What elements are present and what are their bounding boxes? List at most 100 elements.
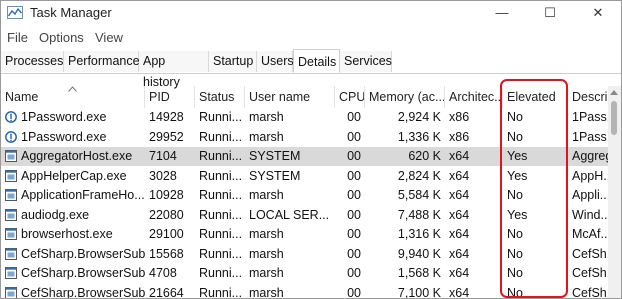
elevated-cell: No bbox=[507, 285, 523, 299]
table-row[interactable]: AppHelperCap.exe 3028 Runni... SYSTEM 00 2,82… bbox=[1, 167, 608, 186]
minimize-button[interactable]: — bbox=[479, 1, 525, 25]
cpu-cell: 00 bbox=[347, 110, 361, 124]
process-icon bbox=[5, 267, 17, 279]
memory-cell: 1,316 K bbox=[397, 227, 441, 241]
cpu-cell: 00 bbox=[347, 168, 361, 183]
task-manager-icon bbox=[7, 6, 23, 19]
description-cell: CefSh... bbox=[572, 246, 608, 261]
status-cell: Runni... bbox=[199, 129, 243, 144]
architecture-cell: x64 bbox=[449, 246, 470, 261]
process-icon bbox=[5, 247, 17, 260]
description-cell: Appli... bbox=[572, 188, 608, 202]
process-icon bbox=[5, 286, 17, 298]
table-row[interactable]: ApplicationFrameHo... 10928 Runni... marsh 0… bbox=[1, 186, 608, 205]
info-icon bbox=[5, 111, 17, 123]
cpu-cell: 00 bbox=[347, 227, 361, 241]
user-name-cell: LOCAL SER... bbox=[249, 207, 330, 222]
column-header-memory[interactable]: Memory (ac... bbox=[365, 86, 445, 108]
pid-cell: 10928 bbox=[149, 188, 184, 202]
elevated-cell: Yes bbox=[507, 168, 528, 183]
table-row[interactable]: audiodg.exe 22080 Runni... LOCAL SER... 00 7,… bbox=[1, 206, 608, 225]
user-name-cell: marsh bbox=[249, 266, 284, 280]
column-header-row: Name PID Status User name CPU Memory (ac… bbox=[1, 86, 608, 108]
pid-cell: 29952 bbox=[149, 129, 184, 144]
architecture-cell: x86 bbox=[449, 129, 470, 144]
tab-details[interactable]: Details bbox=[293, 49, 340, 73]
status-cell: Runni... bbox=[199, 285, 243, 299]
memory-cell: 9,940 K bbox=[397, 246, 441, 261]
architecture-cell: x64 bbox=[449, 285, 470, 299]
tab-services[interactable]: Services bbox=[340, 51, 392, 72]
column-header-elevated[interactable]: Elevated bbox=[503, 86, 568, 108]
elevated-cell: Yes bbox=[507, 207, 528, 222]
scroll-thumb[interactable] bbox=[611, 101, 617, 135]
memory-cell: 1,336 K bbox=[397, 129, 441, 144]
table-row[interactable]: CefSharp.BrowserSub... 21664 Runni... marsh… bbox=[1, 284, 608, 299]
tab-users[interactable]: Users bbox=[257, 51, 294, 72]
architecture-cell: x64 bbox=[449, 149, 470, 163]
status-cell: Runni... bbox=[199, 227, 243, 241]
table-row[interactable]: browserhost.exe 29100 Runni... marsh 00 1,316… bbox=[1, 225, 608, 244]
cpu-cell: 00 bbox=[347, 188, 361, 202]
description-cell: AppH... bbox=[572, 168, 608, 183]
elevated-cell: No bbox=[507, 188, 523, 202]
cpu-cell: 00 bbox=[347, 149, 361, 163]
title-bar[interactable]: Task Manager — ☐ ✕ bbox=[1, 1, 621, 25]
column-header-user-name[interactable]: User name bbox=[245, 86, 335, 108]
status-cell: Runni... bbox=[199, 207, 243, 222]
description-cell: McAf... bbox=[572, 227, 608, 241]
elevated-cell: Yes bbox=[507, 149, 528, 163]
architecture-cell: x86 bbox=[449, 110, 470, 124]
tab-startup[interactable]: Startup bbox=[209, 51, 257, 72]
elevated-cell: No bbox=[507, 110, 523, 124]
close-button[interactable]: ✕ bbox=[575, 1, 621, 25]
menu-file[interactable]: File bbox=[7, 30, 28, 45]
pid-cell: 15568 bbox=[149, 246, 184, 261]
scroll-up-arrow-icon[interactable] bbox=[610, 90, 618, 95]
window-title: Task Manager bbox=[30, 5, 112, 20]
elevated-cell: No bbox=[507, 246, 523, 261]
user-name-cell: marsh bbox=[249, 188, 284, 202]
memory-cell: 5,584 K bbox=[397, 188, 441, 202]
pid-cell: 22080 bbox=[149, 207, 184, 222]
description-cell: Wind... bbox=[572, 207, 608, 222]
column-header-name[interactable]: Name bbox=[1, 86, 145, 108]
table-row[interactable]: AggregatorHost.exe 7104 Runni... SYSTEM 00 62… bbox=[1, 147, 608, 166]
table-row[interactable]: 1Password.exe 14928 Runni... marsh 00 2,924 K… bbox=[1, 108, 608, 127]
description-cell: Aggreg bbox=[572, 149, 608, 163]
menu-options[interactable]: Options bbox=[39, 30, 84, 45]
description-cell: CefSh... bbox=[572, 266, 608, 280]
pid-cell: 14928 bbox=[149, 110, 184, 124]
cpu-cell: 00 bbox=[347, 246, 361, 261]
tab-performance[interactable]: Performance bbox=[64, 51, 140, 72]
user-name-cell: marsh bbox=[249, 285, 284, 299]
column-header-pid[interactable]: PID bbox=[145, 86, 195, 108]
user-name-cell: marsh bbox=[249, 110, 284, 124]
memory-cell: 7,488 K bbox=[397, 207, 441, 222]
process-name-cell: AggregatorHost.exe bbox=[1, 147, 145, 166]
architecture-cell: x64 bbox=[449, 227, 470, 241]
pid-cell: 3028 bbox=[149, 168, 177, 183]
column-header-description[interactable]: Descri bbox=[568, 86, 608, 108]
process-icon bbox=[5, 228, 17, 240]
column-header-cpu[interactable]: CPU bbox=[335, 86, 365, 108]
menu-view[interactable]: View bbox=[95, 30, 123, 45]
details-grid: Name PID Status User name CPU Memory (ac… bbox=[1, 86, 608, 298]
table-row[interactable]: 1Password.exe 29952 Runni... marsh 00 1,336 K… bbox=[1, 128, 608, 147]
user-name-cell: SYSTEM bbox=[249, 168, 301, 183]
cpu-cell: 00 bbox=[347, 207, 361, 222]
table-row[interactable]: CefSharp.BrowserSub... 4708 Runni... marsh 0… bbox=[1, 264, 608, 283]
user-name-cell: marsh bbox=[249, 246, 284, 261]
memory-cell: 2,824 K bbox=[397, 168, 441, 183]
vertical-scrollbar[interactable] bbox=[608, 86, 621, 298]
status-cell: Runni... bbox=[199, 110, 243, 124]
table-row[interactable]: CefSharp.BrowserSub... 15568 Runni... marsh… bbox=[1, 245, 608, 264]
status-cell: Runni... bbox=[199, 149, 243, 163]
tab-app-history[interactable]: App history bbox=[139, 51, 209, 89]
column-header-architecture[interactable]: Architec... bbox=[445, 86, 503, 108]
maximize-button[interactable]: ☐ bbox=[527, 1, 573, 25]
description-cell: 1Pass... bbox=[572, 110, 608, 124]
column-header-status[interactable]: Status bbox=[195, 86, 245, 108]
tab-processes[interactable]: Processes bbox=[1, 51, 64, 72]
process-icon bbox=[5, 208, 17, 221]
